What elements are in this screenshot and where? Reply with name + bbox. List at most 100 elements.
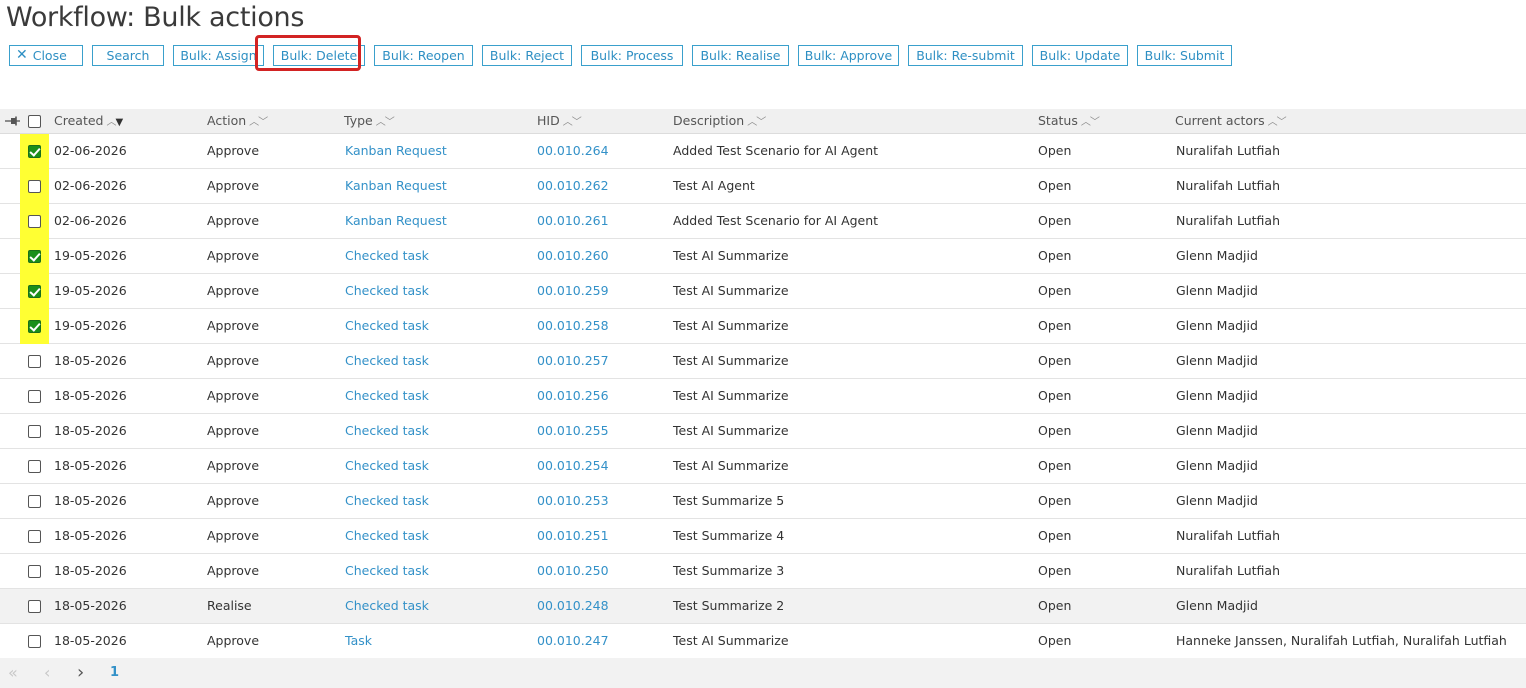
column-header-type[interactable]: Type ︿﹀ xyxy=(344,109,395,133)
row-checkbox[interactable] xyxy=(28,425,41,438)
bulk-realise-button[interactable]: Bulk: Realise xyxy=(692,45,789,66)
row-checkbox[interactable] xyxy=(28,460,41,473)
cell-hid[interactable]: 00.010.251 xyxy=(537,519,609,553)
column-header-action[interactable]: Action ︿﹀ xyxy=(207,109,268,133)
column-header-status[interactable]: Status ︿﹀ xyxy=(1038,109,1100,133)
cell-hid[interactable]: 00.010.254 xyxy=(537,449,609,483)
cell-type[interactable]: Checked task xyxy=(345,274,429,308)
column-header-created[interactable]: Created ︿▼ xyxy=(54,109,123,133)
sort-icon[interactable]: ︿﹀ xyxy=(249,117,268,128)
row-checkbox[interactable] xyxy=(28,145,41,158)
row-checkbox[interactable] xyxy=(28,180,41,193)
toolbar: ✕ Close Search Bulk: Assign Bulk: Delete… xyxy=(9,45,1232,66)
cell-type[interactable]: Checked task xyxy=(345,484,429,518)
table-row[interactable]: 18-05-2026 Approve Checked task 00.010.253 T… xyxy=(0,484,1526,519)
cell-type[interactable]: Task xyxy=(345,624,372,658)
bulk-delete-button[interactable]: Bulk: Delete xyxy=(273,45,365,66)
sort-icon[interactable]: ︿﹀ xyxy=(747,117,766,128)
cell-hid[interactable]: 00.010.261 xyxy=(537,204,609,238)
sort-icon[interactable]: ︿▼ xyxy=(106,117,123,128)
row-checkbox[interactable] xyxy=(28,320,41,333)
cell-type[interactable]: Kanban Request xyxy=(345,204,447,238)
sort-icon[interactable]: ︿﹀ xyxy=(1081,117,1100,128)
close-button[interactable]: ✕ Close xyxy=(9,45,83,66)
cell-hid[interactable]: 00.010.260 xyxy=(537,239,609,273)
cell-hid[interactable]: 00.010.253 xyxy=(537,484,609,518)
cell-type[interactable]: Checked task xyxy=(345,309,429,343)
cell-hid[interactable]: 00.010.264 xyxy=(537,134,609,168)
cell-hid[interactable]: 00.010.250 xyxy=(537,554,609,588)
chevron-left-icon[interactable]: ‹ xyxy=(44,658,50,688)
table-row[interactable]: 19-05-2026 Approve Checked task 00.010.258 T… xyxy=(0,309,1526,344)
bulk-reject-button[interactable]: Bulk: Reject xyxy=(482,45,572,66)
row-checkbox[interactable] xyxy=(28,635,41,648)
double-chevron-left-icon[interactable]: « xyxy=(8,658,18,688)
cell-actors: Nuralifah Lutfiah xyxy=(1176,143,1280,158)
row-checkbox[interactable] xyxy=(28,285,41,298)
cell-hid[interactable]: 00.010.258 xyxy=(537,309,609,343)
row-checkbox[interactable] xyxy=(28,250,41,263)
bulk-reopen-button[interactable]: Bulk: Reopen xyxy=(374,45,473,66)
bulk-resubmit-button[interactable]: Bulk: Re-submit xyxy=(908,45,1023,66)
table-row[interactable]: 18-05-2026 Realise Checked task 00.010.248 T… xyxy=(0,589,1526,624)
cell-description: Test AI Summarize xyxy=(673,423,789,438)
sort-icon[interactable]: ︿﹀ xyxy=(376,117,395,128)
table-row[interactable]: 02-06-2026 Approve Kanban Request 00.010.26… xyxy=(0,169,1526,204)
table-row[interactable]: 19-05-2026 Approve Checked task 00.010.260 T… xyxy=(0,239,1526,274)
cell-type[interactable]: Checked task xyxy=(345,239,429,273)
bulk-process-button[interactable]: Bulk: Process xyxy=(581,45,683,66)
cell-hid[interactable]: 00.010.255 xyxy=(537,414,609,448)
cell-type[interactable]: Checked task xyxy=(345,589,429,623)
row-checkbox[interactable] xyxy=(28,565,41,578)
select-all-checkbox[interactable] xyxy=(28,115,41,128)
search-button[interactable]: Search xyxy=(92,45,164,66)
bulk-update-button[interactable]: Bulk: Update xyxy=(1032,45,1128,66)
row-checkbox[interactable] xyxy=(28,600,41,613)
chevron-right-icon[interactable]: › xyxy=(77,658,84,688)
sort-icon[interactable]: ︿﹀ xyxy=(1268,117,1287,128)
row-checkbox[interactable] xyxy=(28,390,41,403)
cell-hid[interactable]: 00.010.259 xyxy=(537,274,609,308)
cell-hid[interactable]: 00.010.257 xyxy=(537,344,609,378)
row-checkbox[interactable] xyxy=(28,530,41,543)
cell-hid[interactable]: 00.010.247 xyxy=(537,624,609,658)
pin-icon[interactable] xyxy=(5,115,20,127)
table-row[interactable]: 02-06-2026 Approve Kanban Request 00.010.26… xyxy=(0,204,1526,239)
cell-type[interactable]: Checked task xyxy=(345,344,429,378)
cell-action: Approve xyxy=(207,493,260,508)
cell-type[interactable]: Kanban Request xyxy=(345,169,447,203)
row-checkbox[interactable] xyxy=(28,355,41,368)
table-row[interactable]: 18-05-2026 Approve Checked task 00.010.257 T… xyxy=(0,344,1526,379)
column-header-actors[interactable]: Current actors ︿﹀ xyxy=(1175,109,1287,133)
table-row[interactable]: 18-05-2026 Approve Checked task 00.010.250 T… xyxy=(0,554,1526,589)
table-row[interactable]: 18-05-2026 Approve Checked task 00.010.254 T… xyxy=(0,449,1526,484)
cell-type[interactable]: Checked task xyxy=(345,554,429,588)
sort-icon[interactable]: ︿﹀ xyxy=(563,117,582,128)
cell-hid[interactable]: 00.010.248 xyxy=(537,589,609,623)
cell-created: 02-06-2026 xyxy=(54,178,127,193)
cell-type[interactable]: Checked task xyxy=(345,379,429,413)
bulk-submit-button[interactable]: Bulk: Submit xyxy=(1137,45,1232,66)
current-page-number[interactable]: 1 xyxy=(110,658,119,688)
row-checkbox[interactable] xyxy=(28,495,41,508)
cell-created: 19-05-2026 xyxy=(54,248,127,263)
table-row[interactable]: 18-05-2026 Approve Checked task 00.010.255 T… xyxy=(0,414,1526,449)
cell-type[interactable]: Kanban Request xyxy=(345,134,447,168)
table-row[interactable]: 18-05-2026 Approve Checked task 00.010.256 T… xyxy=(0,379,1526,414)
table-row[interactable]: 19-05-2026 Approve Checked task 00.010.259 T… xyxy=(0,274,1526,309)
column-header-hid[interactable]: HID ︿﹀ xyxy=(537,109,582,133)
cell-hid[interactable]: 00.010.256 xyxy=(537,379,609,413)
bulk-approve-button[interactable]: Bulk: Approve xyxy=(798,45,899,66)
bulk-assign-button[interactable]: Bulk: Assign xyxy=(173,45,264,66)
column-header-description[interactable]: Description ︿﹀ xyxy=(673,109,766,133)
table-row[interactable]: 18-05-2026 Approve Task 00.010.247 Test AI S… xyxy=(0,624,1526,659)
table-row[interactable]: 18-05-2026 Approve Checked task 00.010.251 T… xyxy=(0,519,1526,554)
cell-type[interactable]: Checked task xyxy=(345,414,429,448)
cell-actors: Nuralifah Lutfiah xyxy=(1176,528,1280,543)
table-row[interactable]: 02-06-2026 Approve Kanban Request 00.010.26… xyxy=(0,134,1526,169)
cell-type[interactable]: Checked task xyxy=(345,519,429,553)
page-title: Workflow: Bulk actions xyxy=(6,2,305,33)
cell-type[interactable]: Checked task xyxy=(345,449,429,483)
cell-hid[interactable]: 00.010.262 xyxy=(537,169,609,203)
row-checkbox[interactable] xyxy=(28,215,41,228)
